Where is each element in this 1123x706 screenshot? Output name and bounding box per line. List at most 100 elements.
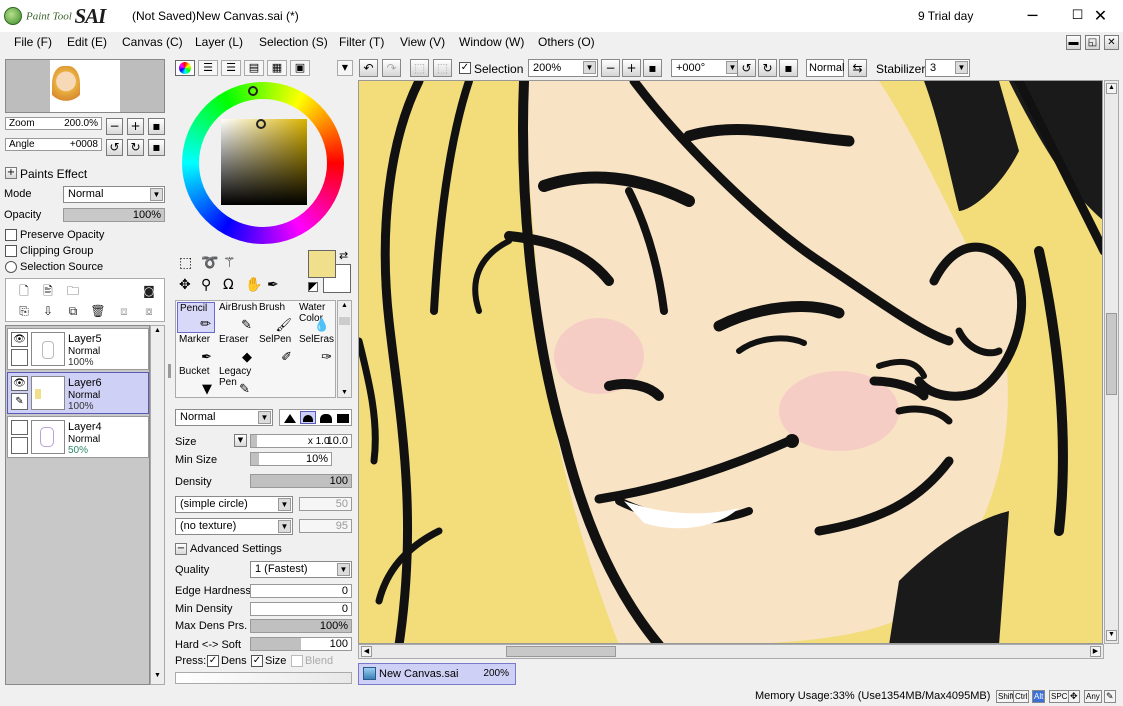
scroll-down-icon[interactable]: ▼ [1106, 630, 1117, 641]
brush-blend-select[interactable]: Normal ▼ [175, 409, 273, 426]
press-blend-checkbox[interactable] [291, 655, 303, 667]
hue-marker[interactable] [248, 86, 258, 96]
tip-sharp-icon[interactable] [284, 414, 296, 423]
canvas-zoom-select[interactable]: 200% ▼ [528, 59, 598, 77]
tool-bucket[interactable]: Bucket ▼ [177, 366, 215, 397]
canvas-zoom-reset-icon[interactable]: ▪ [643, 59, 662, 77]
rgb-slider-tab-icon[interactable]: ☰ [198, 60, 218, 76]
layer-item-layer6[interactable]: 👁 ✎ Layer6 Normal 100% [7, 372, 149, 414]
stabilizer-select[interactable]: 3 ▼ [925, 59, 970, 77]
angle-slider[interactable]: Angle +0008 [5, 138, 102, 151]
menu-file[interactable]: File (F) [14, 35, 52, 49]
rotate-reset-button[interactable]: ▪ [148, 139, 165, 156]
size-range-chevron-icon[interactable]: ▼ [234, 434, 247, 447]
layer-item-layer5[interactable]: 👁 Layer5 Normal 100% [7, 328, 149, 370]
brush-texture-select[interactable]: (no texture) ▼ [175, 518, 293, 535]
merge-visible-icon[interactable]: ⧇ [141, 303, 157, 319]
scroll-right-icon[interactable]: ▶ [1090, 646, 1101, 657]
tool-brush[interactable]: Brush 🖌 [257, 302, 295, 333]
flip-horizontal-icon[interactable]: ⇆ [848, 59, 867, 77]
zoom-out-button[interactable]: − [106, 118, 123, 135]
mdi-minimize-icon[interactable]: ▬ [1066, 35, 1081, 50]
canvas-rotate-left-icon[interactable]: ↺ [737, 59, 756, 77]
menu-filter[interactable]: Filter (T) [339, 35, 384, 49]
rotate-icon[interactable]: Ω [223, 277, 234, 293]
tool-eraser[interactable]: Eraser ◆ [217, 334, 255, 365]
zoom-slider[interactable]: Zoom 200.0% [5, 117, 102, 130]
eyedropper-icon[interactable]: ✒ [267, 277, 279, 293]
tool-legacy-pen[interactable]: Legacy Pen ✎ [217, 366, 253, 397]
hand-icon[interactable]: ✋ [245, 277, 262, 293]
quality-select[interactable]: 1 (Fastest) ▼ [250, 561, 352, 578]
pen-icon[interactable]: ✎ [11, 393, 28, 410]
tool-selpen[interactable]: SelPen ✐ [257, 334, 295, 365]
canvas-rotate-reset-icon[interactable]: ▪ [779, 59, 798, 77]
scroll-up-icon[interactable]: ▲ [1106, 83, 1117, 94]
menu-edit[interactable]: Edit (E) [67, 35, 107, 49]
scroll-left-icon[interactable]: ◀ [361, 646, 372, 657]
lasso-icon[interactable]: ➰ [201, 255, 218, 271]
scroll-thumb[interactable] [339, 317, 350, 325]
close-button[interactable]: ✕ [1078, 0, 1123, 32]
scroll-down-icon[interactable]: ▼ [152, 672, 163, 683]
tool-watercolor[interactable]: Water Color 💧 [297, 302, 333, 333]
user-color-tab-icon[interactable]: ▣ [290, 60, 310, 76]
menu-view[interactable]: View (V) [400, 35, 445, 49]
delete-layer-icon[interactable]: 🗑 [90, 303, 106, 319]
texture-strength-field[interactable]: 95 [299, 519, 352, 533]
rect-select-icon[interactable]: ⬚ [179, 255, 192, 271]
scroll-down-icon[interactable]: ▼ [339, 389, 350, 396]
new-linework-layer-icon[interactable]: 🖹 [40, 283, 56, 299]
canvas-vertical-scrollbar[interactable]: ▲ ▼ [1104, 80, 1119, 644]
menu-window[interactable]: Window (W) [459, 35, 524, 49]
color-wheel-tab-icon[interactable] [175, 60, 195, 76]
primary-color-swatch[interactable] [308, 250, 336, 278]
zoom-in-button[interactable]: + [127, 118, 144, 135]
menu-canvas[interactable]: Canvas (C) [122, 35, 183, 49]
selection-visible-checkbox[interactable]: ✓ [459, 62, 471, 74]
panel-menu-chevron-icon[interactable]: ▼ [337, 60, 353, 76]
navigator-preview[interactable] [5, 59, 165, 113]
hard-soft-slider[interactable]: 100 [250, 637, 352, 651]
size-slider[interactable]: x 1.0 10.0 [250, 434, 352, 448]
canvas-blend-button[interactable]: Normal [806, 59, 844, 77]
horizontal-scroll-thumb[interactable] [506, 646, 616, 657]
advanced-settings-toggle[interactable]: − [175, 543, 187, 555]
minimize-button[interactable]: ─ [1010, 0, 1055, 32]
tip-square-icon[interactable] [337, 414, 349, 423]
hsv-slider-tab-icon[interactable]: ☰ [221, 60, 241, 76]
invert-selection-icon[interactable]: ⬚ [433, 59, 452, 77]
tool-pencil[interactable]: Pencil ✏ [177, 302, 215, 333]
menu-layer[interactable]: Layer (L) [195, 35, 243, 49]
canvas-horizontal-scrollbar[interactable]: ◀ ▶ [358, 644, 1104, 659]
panel-splitter[interactable] [168, 364, 171, 378]
tip-round-icon[interactable] [320, 414, 332, 423]
paints-effect-toggle[interactable]: + [5, 167, 17, 179]
max-dens-slider[interactable]: 100% [250, 619, 352, 633]
selection-source-radio[interactable] [5, 261, 17, 273]
edge-hardness-slider[interactable]: 0 [250, 584, 352, 598]
menu-selection[interactable]: Selection (S) [259, 35, 328, 49]
min-density-slider[interactable]: 0 [250, 602, 352, 616]
brush-tip-selector[interactable] [279, 409, 352, 426]
shape-strength-field[interactable]: 50 [299, 497, 352, 511]
rotate-right-button[interactable]: ↻ [127, 139, 144, 156]
scroll-up-icon[interactable]: ▲ [339, 302, 350, 309]
clear-layer-icon[interactable]: ⧈ [116, 303, 132, 319]
tool-airbrush[interactable]: AirBrush ✎ [217, 302, 257, 333]
mdi-close-icon[interactable]: ✕ [1104, 35, 1119, 50]
layer-mask-icon[interactable]: ◙ [141, 283, 157, 299]
mdi-restore-icon[interactable]: ◱ [1085, 35, 1100, 50]
redo-icon[interactable]: ↷ [382, 59, 401, 77]
scratchpad-tab-icon[interactable]: ▦ [267, 60, 287, 76]
tool-grid-scrollbar[interactable]: ▲ ▼ [337, 300, 352, 398]
lock-toggle[interactable] [11, 349, 28, 366]
menu-others[interactable]: Others (O) [538, 35, 595, 49]
undo-icon[interactable]: ↶ [359, 59, 378, 77]
swap-colors-icon[interactable]: ⇄ [339, 249, 348, 262]
new-layer-icon[interactable]: 🗋 [16, 283, 32, 299]
canvas-rotate-right-icon[interactable]: ↻ [758, 59, 777, 77]
move-icon[interactable]: ✥ [179, 277, 191, 293]
canvas-zoom-in-icon[interactable]: + [622, 59, 641, 77]
canvas-rotation-select[interactable]: +000° ▼ [671, 59, 741, 77]
